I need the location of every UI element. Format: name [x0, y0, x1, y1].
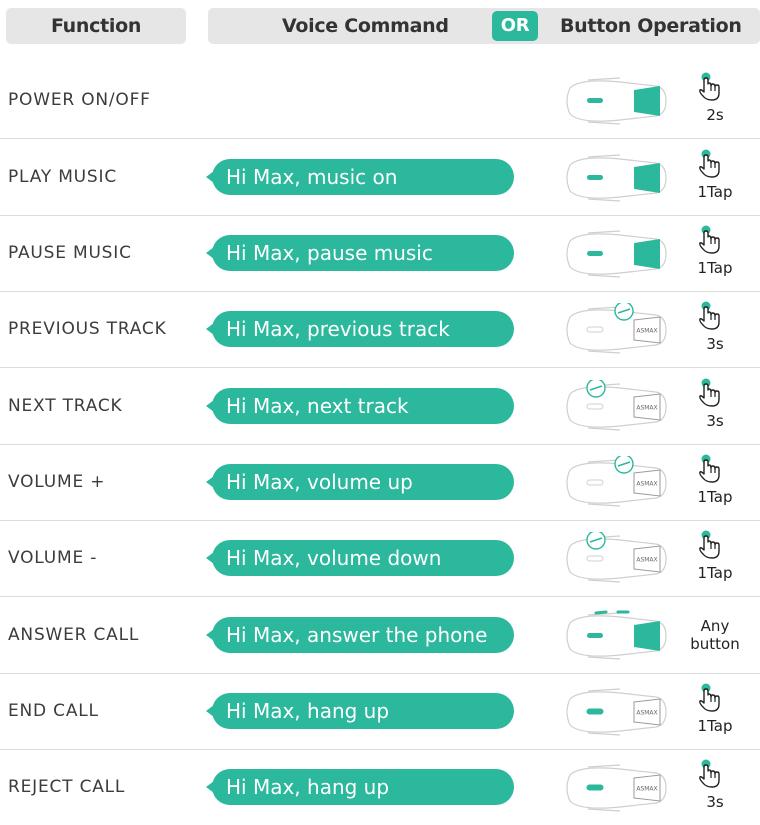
gesture-indicator: 2s — [680, 62, 750, 138]
function-label: PAUSE MUSIC — [8, 243, 132, 263]
table-row: NEXT TRACK Hi Max, next track ASMAX 3s — [0, 368, 760, 444]
gesture-indicator: 1Tap — [680, 520, 750, 596]
function-label: NEXT TRACK — [8, 396, 123, 416]
gesture-indicator: 3s — [680, 749, 750, 825]
headset-device-icon — [560, 609, 670, 663]
table-row: REJECT CALL Hi Max, hang up ASMAX 3s — [0, 749, 760, 825]
function-label: VOLUME + — [8, 472, 106, 492]
voice-command-bubble: Hi Max, pause music — [206, 235, 514, 271]
gesture-label: 3s — [706, 793, 724, 811]
header-voice-label: Voice Command — [282, 15, 449, 37]
header-button-label: Button Operation — [560, 15, 742, 37]
function-label: POWER ON/OFF — [8, 90, 151, 110]
table-row: PAUSE MUSIC Hi Max, pause music 1Tap — [0, 215, 760, 291]
headset-device-icon — [560, 151, 670, 205]
function-label: END CALL — [8, 701, 99, 721]
gesture-indicator: 3s — [680, 368, 750, 444]
svg-text:ASMAX: ASMAX — [636, 786, 657, 793]
table-row: PLAY MUSIC Hi Max, music on 1Tap — [0, 139, 760, 215]
voice-command-bubble: Hi Max, answer the phone — [206, 617, 514, 653]
gesture-indicator: 1Tap — [680, 139, 750, 215]
svg-text:ASMAX: ASMAX — [636, 710, 657, 717]
table-row: PREVIOUS TRACK Hi Max, previous track ASM… — [0, 291, 760, 367]
gesture-label: Any button — [690, 617, 740, 653]
svg-text:ASMAX: ASMAX — [636, 328, 657, 335]
voice-command-bubble: Hi Max, music on — [206, 159, 514, 195]
voice-command-bubble: Hi Max, volume up — [206, 464, 514, 500]
gesture-label: 1Tap — [697, 259, 733, 277]
header-or-badge: OR — [492, 11, 538, 41]
headset-device-icon: ASMAX — [560, 301, 670, 357]
headset-device-icon — [560, 227, 670, 281]
function-label: ANSWER CALL — [8, 625, 140, 645]
gesture-label: 1Tap — [697, 564, 733, 582]
table-row: END CALL Hi Max, hang up ASMAX 1Tap — [0, 673, 760, 749]
headset-device-icon: ASMAX — [560, 761, 670, 815]
function-label: PREVIOUS TRACK — [8, 319, 167, 339]
headset-device-icon: ASMAX — [560, 378, 670, 434]
headset-device-icon — [560, 74, 670, 128]
svg-text:ASMAX: ASMAX — [636, 481, 657, 488]
svg-text:ASMAX: ASMAX — [636, 557, 657, 564]
gesture-label: 3s — [706, 412, 724, 430]
gesture-label: 2s — [706, 106, 724, 124]
gesture-indicator: 3s — [680, 291, 750, 367]
header-function: Function — [6, 8, 186, 44]
voice-command-bubble: Hi Max, volume down — [206, 540, 514, 576]
function-label: PLAY MUSIC — [8, 167, 117, 187]
voice-command-bubble: Hi Max, hang up — [206, 769, 514, 805]
header-operation: Voice Command OR Button Operation — [208, 8, 760, 44]
function-label: VOLUME - — [8, 548, 98, 568]
headset-device-icon: ASMAX — [560, 530, 670, 586]
table-row: POWER ON/OFF 2s — [0, 62, 760, 138]
headset-device-icon: ASMAX — [560, 685, 670, 739]
header-function-label: Function — [50, 15, 142, 37]
gesture-label: 1Tap — [697, 488, 733, 506]
function-label: REJECT CALL — [8, 777, 126, 797]
table-row: ANSWER CALL Hi Max, answer the phone Any … — [0, 597, 760, 673]
voice-command-bubble: Hi Max, previous track — [206, 311, 514, 347]
gesture-label: 1Tap — [697, 183, 733, 201]
gesture-indicator: 1Tap — [680, 673, 750, 749]
table-row: VOLUME + Hi Max, volume up ASMAX 1Tap — [0, 444, 760, 520]
headset-device-icon: ASMAX — [560, 454, 670, 510]
svg-text:ASMAX: ASMAX — [636, 405, 657, 412]
gesture-label: 3s — [706, 335, 724, 353]
gesture-indicator: 1Tap — [680, 444, 750, 520]
gesture-indicator: 1Tap — [680, 215, 750, 291]
gesture-label: 1Tap — [697, 717, 733, 735]
voice-command-bubble: Hi Max, next track — [206, 388, 514, 424]
voice-command-bubble: Hi Max, hang up — [206, 693, 514, 729]
table-row: VOLUME - Hi Max, volume down ASMAX 1Tap — [0, 520, 760, 596]
gesture-indicator: Any button — [680, 597, 750, 673]
